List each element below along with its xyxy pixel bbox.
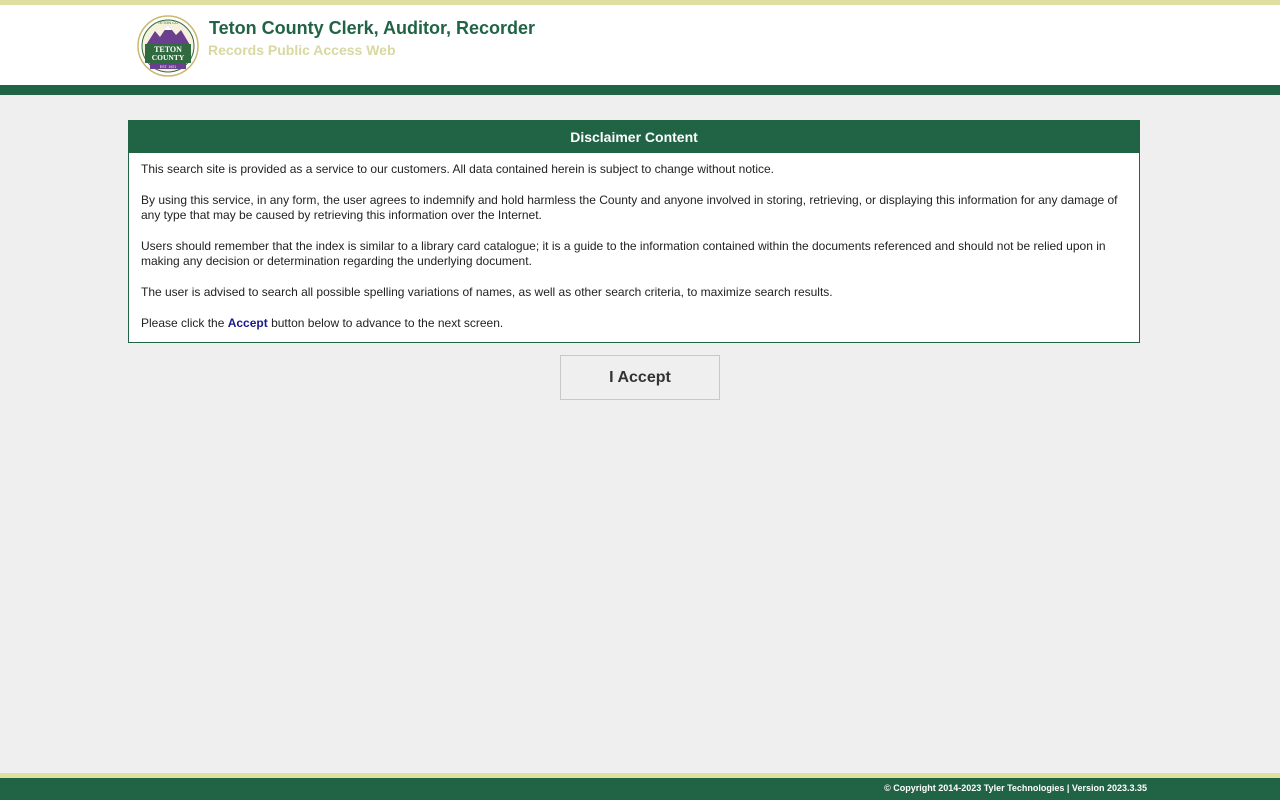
site-footer: © Copyright 2014-2023 Tyler Technologies… [0, 778, 1280, 800]
site-header: TETON CO TETON COUNTY EST. 1921 Teton Co… [0, 5, 1280, 85]
disclaimer-paragraph: By using this service, in any form, the … [141, 193, 1118, 222]
instruction-suffix: button below to advance to the next scre… [267, 316, 504, 330]
accept-button[interactable]: I Accept [560, 355, 720, 400]
disclaimer-instruction: Please click the Accept button below to … [141, 316, 1127, 331]
page-title: Teton County Clerk, Auditor, Recorder [209, 18, 536, 38]
disclaimer-paragraph: The user is advised to search all possib… [141, 285, 833, 299]
seal-ribbon-text: EST. 1921 [160, 65, 177, 69]
instruction-accept-keyword: Accept [227, 316, 268, 330]
instruction-prefix: Please click the [141, 316, 228, 330]
disclaimer-paragraph: This search site is provided as a servic… [141, 162, 774, 176]
disclaimer-heading: Disclaimer Content [129, 121, 1139, 153]
seal-arc-text: TETON CO [158, 20, 179, 25]
disclaimer-paragraph: Users should remember that the index is … [141, 239, 1106, 268]
header-bottom-bar [0, 85, 1280, 95]
teton-county-seal-icon: TETON CO TETON COUNTY EST. 1921 [137, 15, 199, 77]
copyright-text: © Copyright 2014-2023 Tyler Technologies… [884, 783, 1147, 793]
disclaimer-body: This search site is provided as a servic… [129, 153, 1139, 331]
disclaimer-panel: Disclaimer Content This search site is p… [128, 120, 1140, 343]
seal-name-line2: COUNTY [152, 53, 185, 62]
page-subtitle: Records Public Access Web [208, 42, 396, 58]
